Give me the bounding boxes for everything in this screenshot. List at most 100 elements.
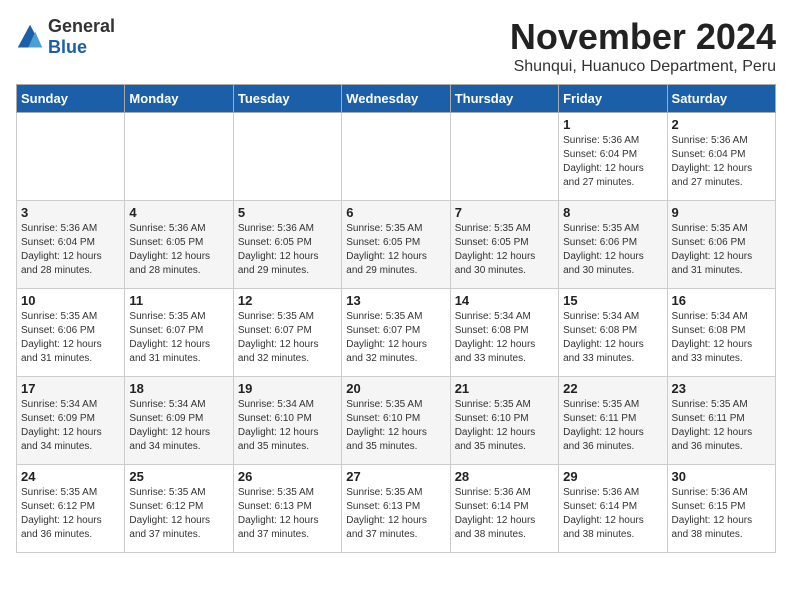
calendar-day-cell: 9Sunrise: 5:35 AM Sunset: 6:06 PM Daylig…	[667, 201, 775, 289]
day-info: Sunrise: 5:36 AM Sunset: 6:04 PM Dayligh…	[21, 222, 120, 278]
calendar-day-cell: 28 Sunrise: 5:36 AM Sunset: 6:14 PM Dayli…	[450, 465, 558, 553]
day-number: 18	[129, 381, 228, 396]
day-number: 13	[346, 293, 445, 308]
day-info: Sunrise: 5:35 AM Sunset: 6:07 PM Dayligh…	[129, 310, 228, 366]
day-info: Sunrise: 5:35 AM Sunset: 6:07 PM Dayligh…	[346, 310, 445, 366]
day-number: 26	[238, 469, 337, 484]
title-block: November 2024 Shunqui, Huanuco Departmen…	[510, 16, 776, 76]
day-info: Sunrise: 5:34 AM Sunset: 6:09 PM Dayligh…	[129, 398, 228, 454]
day-info: Sunrise: 5:35 AM Sunset: 6:13 PM Dayligh…	[238, 486, 337, 542]
month-title: November 2024	[510, 16, 776, 58]
day-info: Sunrise: 5:35 AM Sunset: 6:05 PM Dayligh…	[455, 222, 554, 278]
calendar-day-cell	[342, 113, 450, 201]
calendar-day-cell: 26 Sunrise: 5:35 AM Sunset: 6:13 PM Dayli…	[233, 465, 341, 553]
calendar-week-row: 1Sunrise: 5:36 AM Sunset: 6:04 PM Daylig…	[17, 113, 776, 201]
day-number: 25	[129, 469, 228, 484]
day-number: 21	[455, 381, 554, 396]
day-number: 14	[455, 293, 554, 308]
calendar-day-cell: 12Sunrise: 5:35 AM Sunset: 6:07 PM Dayli…	[233, 289, 341, 377]
day-info: Sunrise: 5:35 AM Sunset: 6:11 PM Dayligh…	[563, 398, 662, 454]
calendar-day-cell: 2 Sunrise: 5:36 AM Sunset: 6:04 PM Daylig…	[667, 113, 775, 201]
calendar-day-cell: 21 Sunrise: 5:35 AM Sunset: 6:10 PM Dayli…	[450, 377, 558, 465]
calendar-day-cell	[125, 113, 233, 201]
calendar-day-cell: 4Sunrise: 5:36 AM Sunset: 6:05 PM Daylig…	[125, 201, 233, 289]
logo-icon	[16, 23, 44, 51]
logo: General Blue	[16, 16, 115, 58]
calendar-day-cell: 1Sunrise: 5:36 AM Sunset: 6:04 PM Daylig…	[559, 113, 667, 201]
day-number: 24	[21, 469, 120, 484]
day-number: 20	[346, 381, 445, 396]
day-info: Sunrise: 5:36 AM Sunset: 6:05 PM Dayligh…	[129, 222, 228, 278]
calendar-day-cell: 22 Sunrise: 5:35 AM Sunset: 6:11 PM Dayli…	[559, 377, 667, 465]
day-info: Sunrise: 5:36 AM Sunset: 6:15 PM Dayligh…	[672, 486, 771, 542]
calendar-week-row: 10Sunrise: 5:35 AM Sunset: 6:06 PM Dayli…	[17, 289, 776, 377]
day-info: Sunrise: 5:34 AM Sunset: 6:08 PM Dayligh…	[563, 310, 662, 366]
location-title: Shunqui, Huanuco Department, Peru	[510, 58, 776, 76]
day-number: 17	[21, 381, 120, 396]
calendar-day-cell: 10Sunrise: 5:35 AM Sunset: 6:06 PM Dayli…	[17, 289, 125, 377]
calendar-day-cell: 20 Sunrise: 5:35 AM Sunset: 6:10 PM Dayli…	[342, 377, 450, 465]
weekday-header-cell: Monday	[125, 85, 233, 113]
day-info: Sunrise: 5:35 AM Sunset: 6:12 PM Dayligh…	[21, 486, 120, 542]
calendar-day-cell: 11 Sunrise: 5:35 AM Sunset: 6:07 PM Dayli…	[125, 289, 233, 377]
day-number: 23	[672, 381, 771, 396]
day-info: Sunrise: 5:34 AM Sunset: 6:08 PM Dayligh…	[672, 310, 771, 366]
day-info: Sunrise: 5:36 AM Sunset: 6:04 PM Dayligh…	[672, 134, 771, 190]
day-number: 16	[672, 293, 771, 308]
calendar-day-cell: 30Sunrise: 5:36 AM Sunset: 6:15 PM Dayli…	[667, 465, 775, 553]
calendar-day-cell: 6 Sunrise: 5:35 AM Sunset: 6:05 PM Daylig…	[342, 201, 450, 289]
day-number: 5	[238, 205, 337, 220]
day-number: 15	[563, 293, 662, 308]
day-info: Sunrise: 5:36 AM Sunset: 6:05 PM Dayligh…	[238, 222, 337, 278]
day-info: Sunrise: 5:35 AM Sunset: 6:06 PM Dayligh…	[563, 222, 662, 278]
calendar-week-row: 24 Sunrise: 5:35 AM Sunset: 6:12 PM Dayli…	[17, 465, 776, 553]
calendar-day-cell: 24 Sunrise: 5:35 AM Sunset: 6:12 PM Dayli…	[17, 465, 125, 553]
day-info: Sunrise: 5:35 AM Sunset: 6:10 PM Dayligh…	[346, 398, 445, 454]
calendar-day-cell: 7 Sunrise: 5:35 AM Sunset: 6:05 PM Daylig…	[450, 201, 558, 289]
day-number: 8	[563, 205, 662, 220]
calendar-day-cell: 15 Sunrise: 5:34 AM Sunset: 6:08 PM Dayli…	[559, 289, 667, 377]
calendar-day-cell: 8 Sunrise: 5:35 AM Sunset: 6:06 PM Daylig…	[559, 201, 667, 289]
day-number: 27	[346, 469, 445, 484]
day-info: Sunrise: 5:36 AM Sunset: 6:04 PM Dayligh…	[563, 134, 662, 190]
calendar-body: 1Sunrise: 5:36 AM Sunset: 6:04 PM Daylig…	[17, 113, 776, 553]
calendar-week-row: 3 Sunrise: 5:36 AM Sunset: 6:04 PM Daylig…	[17, 201, 776, 289]
calendar-day-cell	[233, 113, 341, 201]
weekday-header-cell: Wednesday	[342, 85, 450, 113]
page-header: General Blue November 2024 Shunqui, Huan…	[16, 16, 776, 76]
calendar-day-cell: 25 Sunrise: 5:35 AM Sunset: 6:12 PM Dayli…	[125, 465, 233, 553]
weekday-header-cell: Saturday	[667, 85, 775, 113]
day-info: Sunrise: 5:35 AM Sunset: 6:11 PM Dayligh…	[672, 398, 771, 454]
weekday-header-row: SundayMondayTuesdayWednesdayThursdayFrid…	[17, 85, 776, 113]
day-info: Sunrise: 5:36 AM Sunset: 6:14 PM Dayligh…	[455, 486, 554, 542]
weekday-header-cell: Sunday	[17, 85, 125, 113]
calendar-day-cell	[17, 113, 125, 201]
day-info: Sunrise: 5:34 AM Sunset: 6:09 PM Dayligh…	[21, 398, 120, 454]
calendar-day-cell: 16 Sunrise: 5:34 AM Sunset: 6:08 PM Dayli…	[667, 289, 775, 377]
day-number: 7	[455, 205, 554, 220]
day-info: Sunrise: 5:36 AM Sunset: 6:14 PM Dayligh…	[563, 486, 662, 542]
day-info: Sunrise: 5:35 AM Sunset: 6:12 PM Dayligh…	[129, 486, 228, 542]
day-number: 6	[346, 205, 445, 220]
calendar-day-cell: 13 Sunrise: 5:35 AM Sunset: 6:07 PM Dayli…	[342, 289, 450, 377]
day-number: 28	[455, 469, 554, 484]
day-number: 19	[238, 381, 337, 396]
day-number: 3	[21, 205, 120, 220]
calendar-day-cell: 17 Sunrise: 5:34 AM Sunset: 6:09 PM Dayli…	[17, 377, 125, 465]
calendar-day-cell: 14 Sunrise: 5:34 AM Sunset: 6:08 PM Dayli…	[450, 289, 558, 377]
day-info: Sunrise: 5:35 AM Sunset: 6:10 PM Dayligh…	[455, 398, 554, 454]
day-number: 2	[672, 117, 771, 132]
day-number: 22	[563, 381, 662, 396]
calendar-day-cell: 23 Sunrise: 5:35 AM Sunset: 6:11 PM Dayli…	[667, 377, 775, 465]
calendar-week-row: 17 Sunrise: 5:34 AM Sunset: 6:09 PM Dayli…	[17, 377, 776, 465]
weekday-header-cell: Friday	[559, 85, 667, 113]
day-info: Sunrise: 5:34 AM Sunset: 6:08 PM Dayligh…	[455, 310, 554, 366]
calendar-day-cell: 18 Sunrise: 5:34 AM Sunset: 6:09 PM Dayli…	[125, 377, 233, 465]
weekday-header-cell: Tuesday	[233, 85, 341, 113]
day-number: 9	[672, 205, 771, 220]
calendar-day-cell: 5 Sunrise: 5:36 AM Sunset: 6:05 PM Daylig…	[233, 201, 341, 289]
calendar-day-cell: 27Sunrise: 5:35 AM Sunset: 6:13 PM Dayli…	[342, 465, 450, 553]
day-info: Sunrise: 5:35 AM Sunset: 6:05 PM Dayligh…	[346, 222, 445, 278]
calendar-day-cell: 29Sunrise: 5:36 AM Sunset: 6:14 PM Dayli…	[559, 465, 667, 553]
day-number: 11	[129, 293, 228, 308]
